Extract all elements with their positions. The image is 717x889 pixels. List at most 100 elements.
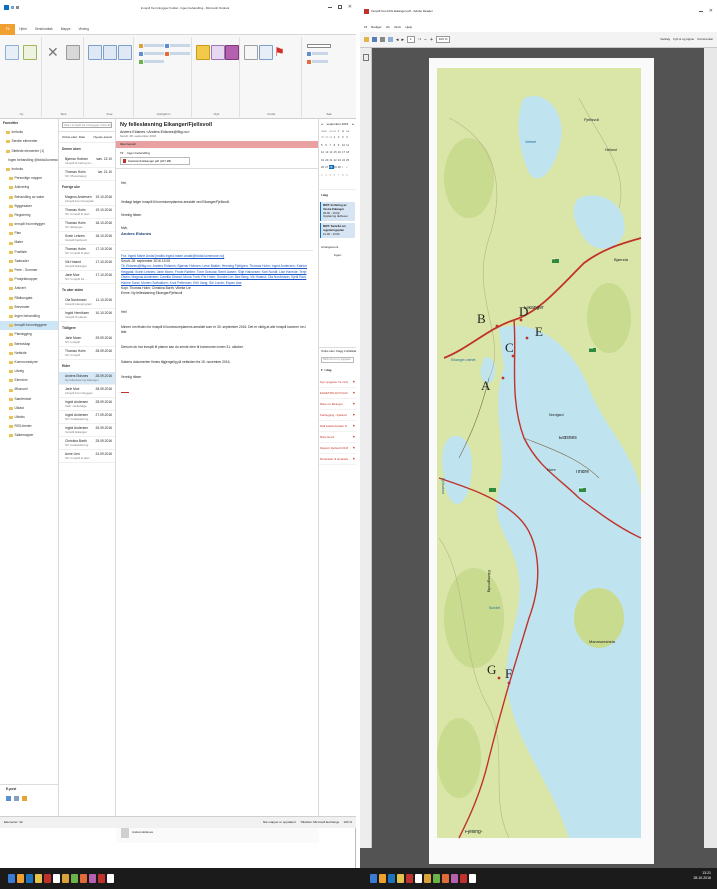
zoom-out-icon[interactable]: − bbox=[424, 37, 427, 43]
taskbar-app-icon[interactable] bbox=[424, 874, 431, 883]
people-pane-name[interactable]: Anders Eidsnes bbox=[132, 830, 153, 834]
task-flag-icon[interactable]: ⚑ bbox=[352, 457, 355, 461]
message-item[interactable]: Jarle Moe 17.10.2016 SV: Innspill fra ... bbox=[59, 271, 115, 285]
folder-item[interactable]: Møter bbox=[0, 238, 58, 247]
folder-item[interactable]: Plan bbox=[0, 229, 58, 238]
menu-help[interactable]: Hjelp bbox=[405, 25, 412, 29]
message-item[interactable]: Thomas Holm 19.10.2016 SV: Innspill til pl… bbox=[59, 206, 115, 220]
sort-order[interactable]: Nyeste øverst bbox=[93, 135, 112, 139]
comment-button[interactable]: Kommentar bbox=[697, 37, 713, 41]
zoom-input[interactable]: 100 % bbox=[435, 36, 451, 43]
categorize-icon[interactable] bbox=[259, 45, 273, 60]
taskbar-app-icon[interactable] bbox=[370, 874, 377, 883]
quick-step-5[interactable] bbox=[165, 51, 190, 56]
taskbar-app-icon[interactable] bbox=[89, 874, 96, 883]
folder-item[interactable]: Innboks bbox=[0, 128, 58, 137]
filter-email[interactable] bbox=[307, 59, 328, 64]
collapse-icon[interactable]: ▾ bbox=[321, 368, 323, 372]
message-item[interactable]: Bjørnar Holmen søn. 22.10 Innspill til hør… bbox=[59, 155, 115, 169]
taskbar-app-icon[interactable] bbox=[107, 874, 114, 883]
taskbar-app-icon[interactable] bbox=[53, 874, 60, 883]
folder-item[interactable]: Utkast bbox=[0, 404, 58, 413]
find-contact[interactable] bbox=[307, 43, 331, 48]
flag-icon[interactable]: ⚑ bbox=[274, 45, 288, 60]
folder-item[interactable]: Utboks bbox=[0, 413, 58, 422]
taskbar-app-icon[interactable] bbox=[62, 874, 69, 883]
message-group-header[interactable]: To uker siden bbox=[59, 284, 115, 296]
message-group-header[interactable]: Denne uken bbox=[59, 143, 115, 155]
folder-item[interactable]: Innspill fra innbyggere bbox=[0, 321, 58, 331]
fwd-to[interactable]: Til: Eidsnes@lfkg.no; Anders Eidsnes; Bj… bbox=[121, 264, 313, 286]
tasks-header[interactable]: Ordne etter: Flagg: Forfallsdato bbox=[319, 348, 356, 356]
folder-item[interactable]: Innspill fra innbygger bbox=[0, 220, 58, 229]
prev-page-icon[interactable]: ◂ bbox=[396, 37, 399, 43]
message-item[interactable]: Magnus Andersen 19.10.2016 Innspill kommun… bbox=[59, 193, 115, 207]
taskbar-app-icon[interactable] bbox=[98, 874, 105, 883]
prev-month-icon[interactable]: ◂ bbox=[321, 122, 323, 126]
taskbar-app-icon[interactable] bbox=[415, 874, 422, 883]
new-task-input[interactable]: Skriv inn en ny oppgave bbox=[321, 357, 354, 364]
task-item[interactable]: Mail saksbehandler til ⚑ bbox=[319, 421, 356, 432]
message-group-header[interactable]: Tidligere bbox=[59, 322, 115, 334]
new-items-icon[interactable] bbox=[23, 45, 37, 60]
taskbar-app-icon[interactable] bbox=[442, 874, 449, 883]
menu-file[interactable]: Fil bbox=[364, 25, 367, 29]
taskbar-app-icon[interactable] bbox=[35, 874, 42, 883]
folder-item[interactable]: Personlige mapper bbox=[0, 174, 58, 183]
taskbar-app-icon[interactable] bbox=[433, 874, 440, 883]
folder-item[interactable]: Slettede elementer (1) bbox=[0, 147, 58, 156]
tab-home[interactable]: Hjem bbox=[15, 24, 30, 35]
menu-window[interactable]: Vindu bbox=[394, 25, 402, 29]
adobe-close-icon[interactable]: ✕ bbox=[709, 8, 713, 14]
message-item[interactable]: Ingrid Henriksen 10.10.2016 Innspill til p… bbox=[59, 309, 115, 323]
onenote-icon[interactable] bbox=[225, 45, 239, 60]
task-item[interactable]: Møte om Eikanger ⚑ bbox=[319, 399, 356, 410]
tab-folder[interactable]: Mappe bbox=[57, 24, 75, 35]
quick-step-2[interactable] bbox=[139, 51, 164, 56]
taskbar-app-icon[interactable] bbox=[397, 874, 404, 883]
message-item[interactable]: Ingrid Andersen 26.09.2016 Innspill Eikang… bbox=[59, 424, 115, 438]
delete-icon[interactable] bbox=[66, 45, 80, 60]
pages-icon[interactable] bbox=[363, 54, 369, 61]
tab-view[interactable]: Visning bbox=[74, 24, 92, 35]
message-item[interactable]: Ola Nordmann 11.10.2016 Innspill planprogr… bbox=[59, 296, 115, 310]
status-zoom[interactable]: 100 % bbox=[343, 820, 352, 824]
message-item[interactable]: Anders Eidsnes 28.09.2016 Ny fellesløsning… bbox=[59, 372, 115, 386]
task-flag-icon[interactable]: ⚑ bbox=[352, 446, 355, 450]
to-value[interactable]: Ingen behandling bbox=[127, 151, 150, 155]
taskbar-app-icon[interactable] bbox=[406, 874, 413, 883]
undo-icon[interactable] bbox=[16, 6, 19, 9]
rules-icon[interactable] bbox=[211, 45, 225, 60]
zoom-in-icon[interactable]: + bbox=[430, 37, 433, 43]
menu-view[interactable]: Vis bbox=[386, 25, 390, 29]
move-icon[interactable] bbox=[196, 45, 210, 60]
taskbar-app-icon[interactable] bbox=[71, 874, 78, 883]
task-flag-icon[interactable]: ⚑ bbox=[352, 413, 355, 417]
folder-item[interactable]: Ferie - Sommer bbox=[0, 266, 58, 275]
taskbar-app-icon[interactable] bbox=[44, 874, 51, 883]
folder-item[interactable]: Brevmaler bbox=[0, 303, 58, 312]
message-item[interactable]: Svein Leknes 18.10.2016 Innspill Fjellsvol… bbox=[59, 232, 115, 246]
folder-item[interactable]: Eiendom bbox=[0, 376, 58, 385]
folder-item[interactable]: Ingen behandling bbox=[0, 312, 58, 321]
calendar-day[interactable]: 4 bbox=[346, 135, 350, 139]
folder-item[interactable]: Beredskap bbox=[0, 340, 58, 349]
folder-item[interactable]: RSS-feeder bbox=[0, 422, 58, 431]
calendar-icon[interactable] bbox=[6, 796, 11, 801]
task-flag-icon[interactable]: ⚑ bbox=[352, 424, 355, 428]
folder-item[interactable]: Sendte elementer bbox=[0, 137, 58, 146]
folder-item[interactable]: Innboks bbox=[0, 165, 58, 174]
taskbar-app-icon[interactable] bbox=[80, 874, 87, 883]
task-item[interactable]: ENHETSPLAN KVALITET ⚑ bbox=[319, 388, 356, 399]
tasks-icon[interactable] bbox=[22, 796, 27, 801]
maximize-icon[interactable] bbox=[337, 5, 342, 9]
taskbar-app-icon[interactable] bbox=[460, 874, 467, 883]
folder-item[interactable]: Økonomi bbox=[0, 385, 58, 394]
folder-item[interactable]: Ingen behandling @foldal.kommune.no bbox=[0, 156, 58, 165]
appointment[interactable]: MØT: Samråd om reguleringsplan 12:00 - 13… bbox=[320, 223, 355, 239]
message-item[interactable]: Ingrid Andersen 28.09.2016 Vedr. rekkefølg… bbox=[59, 398, 115, 412]
taskbar-app-icon[interactable] bbox=[8, 874, 15, 883]
system-clock[interactable]: 13:21 28.10.2016 bbox=[693, 871, 711, 881]
message-item[interactable]: Jarle Moe 28.09.2016 Innspill fra innbygge… bbox=[59, 385, 115, 399]
folder-item[interactable]: Prosjektmapper bbox=[0, 275, 58, 284]
